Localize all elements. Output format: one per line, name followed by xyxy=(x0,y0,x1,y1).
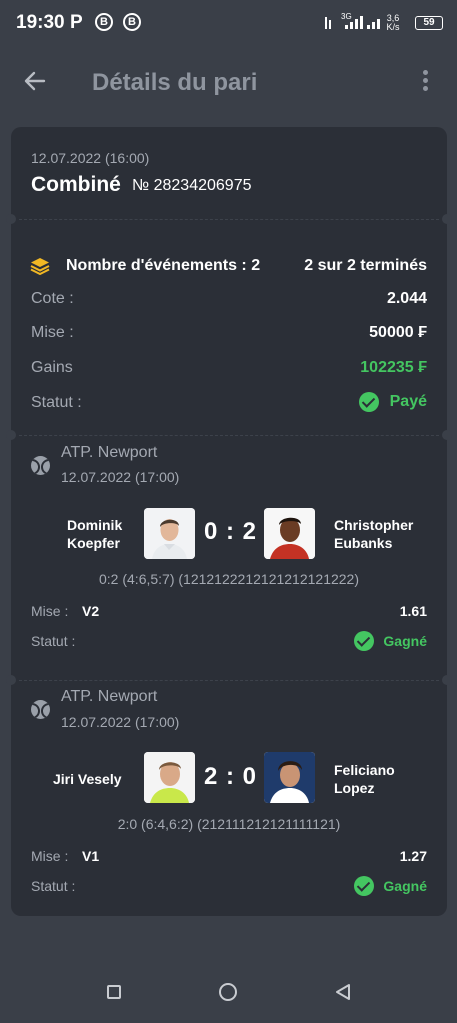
event-bet-pick: V2 xyxy=(82,603,100,619)
status-value: Payé xyxy=(359,392,427,412)
bet-type: Combiné xyxy=(31,173,121,196)
layers-icon xyxy=(30,258,50,276)
tennis-ball-icon xyxy=(31,700,50,719)
player2-name-line2: Eubanks xyxy=(334,535,393,551)
b-notification-icon: B xyxy=(123,13,141,31)
player2-name: Feliciano Lopez xyxy=(334,761,395,797)
system-nav-bar xyxy=(0,961,457,1023)
odds-label: Cote : xyxy=(31,290,74,307)
event-odds: 1.61 xyxy=(399,603,427,619)
player2-name-line2: Lopez xyxy=(334,780,375,796)
back-arrow-icon[interactable] xyxy=(22,68,48,94)
event-status-label: Statut : xyxy=(31,878,76,894)
player2-avatar xyxy=(264,752,315,803)
player2-name-line1: Christopher xyxy=(334,517,414,533)
bet-number: № 28234206975 xyxy=(132,177,252,194)
check-circle-icon xyxy=(353,876,374,896)
event-date: 12.07.2022 (17:00) xyxy=(61,469,180,485)
event-bet-label: Mise : xyxy=(31,603,69,619)
stake-value: 50000 ₣ xyxy=(369,324,427,341)
player1-avatar xyxy=(144,752,195,803)
event-status-text: Gagné xyxy=(383,878,427,894)
app-bar: Détails du pari xyxy=(0,46,457,118)
bet-details-card: 12.07.2022 (16:00) Combiné № 28234206975… xyxy=(6,127,452,916)
match-score: 2 : 0 xyxy=(204,763,258,790)
player1-name-line2: Koepfer xyxy=(67,535,120,551)
status-label: Statut : xyxy=(31,394,82,411)
network-rate: 3,6 K/s xyxy=(381,14,405,32)
check-circle-icon xyxy=(359,392,380,412)
event-bet-pick: V1 xyxy=(82,848,100,864)
bet-date: 12.07.2022 (16:00) xyxy=(31,150,150,166)
player2-avatar xyxy=(264,508,315,559)
event-tournament: ATP. Newport xyxy=(61,444,158,461)
event-tournament: ATP. Newport xyxy=(61,688,158,705)
stake-label: Mise : xyxy=(31,324,74,341)
player1-name-line1: Jiri Vesely xyxy=(53,771,122,787)
player1-avatar xyxy=(144,508,195,559)
network-rate-unit: K/s xyxy=(386,22,400,32)
player2-name-line1: Feliciano xyxy=(334,762,395,778)
player1-name: Jiri Vesely xyxy=(53,770,122,788)
event-odds: 1.27 xyxy=(399,848,427,864)
event-status-label: Statut : xyxy=(31,633,76,649)
b-notification-icon: B xyxy=(95,13,113,31)
nav-home-icon[interactable] xyxy=(219,983,237,1001)
network-type: 3G xyxy=(341,12,352,21)
winnings-value: 102235 ₣ xyxy=(360,359,427,376)
winnings-label: Gains xyxy=(31,359,73,376)
events-count: Nombre d'événements : 2 xyxy=(66,257,261,274)
player2-name: Christopher Eubanks xyxy=(334,516,413,552)
event-bet-label: Mise : xyxy=(31,848,69,864)
match-details: 2:0 (6:4,6:2) (212111212121111121) xyxy=(117,816,341,832)
p-notification-icon: P xyxy=(70,12,83,33)
match-score: 0 : 2 xyxy=(204,518,258,545)
events-finished: 2 sur 2 terminés xyxy=(304,257,427,274)
odds-value: 2.044 xyxy=(386,290,427,307)
nav-back-icon[interactable] xyxy=(334,983,352,1001)
status-value-text: Payé xyxy=(389,393,427,410)
status-time: 19:30 xyxy=(16,12,65,33)
player1-name-line1: Dominik xyxy=(67,517,123,533)
event-status-value: Gagné xyxy=(353,876,427,896)
more-vertical-icon[interactable] xyxy=(423,70,429,92)
check-circle-icon xyxy=(353,631,374,651)
match-details: 0:2 (4:6,5:7) (1212122212121212121222) xyxy=(99,571,359,587)
player1-name: Dominik Koepfer xyxy=(67,516,122,552)
nav-recents-icon[interactable] xyxy=(107,985,121,999)
status-bar: 19:30 P B B 3G 3,6 K/s 59 xyxy=(0,0,457,46)
event-date: 12.07.2022 (17:00) xyxy=(61,714,180,730)
event-status-value: Gagné xyxy=(353,631,427,651)
page-title: Détails du pari xyxy=(92,69,258,96)
event-status-text: Gagné xyxy=(383,633,427,649)
battery-icon: 59 xyxy=(415,16,443,30)
tennis-ball-icon xyxy=(31,456,50,475)
